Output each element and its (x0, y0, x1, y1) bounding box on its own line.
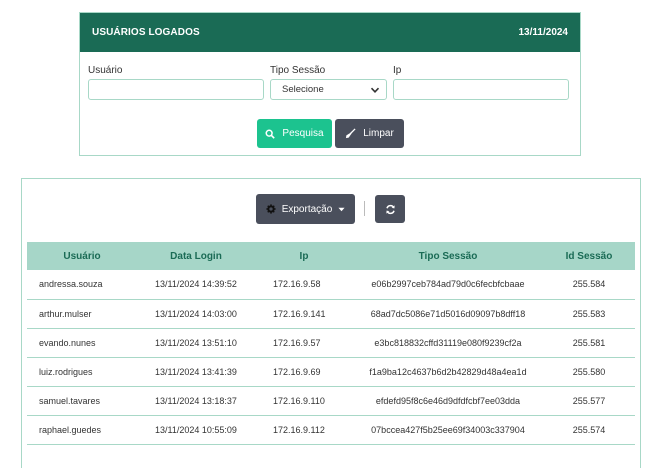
cell-data-login: 13/11/2024 13:41:39 (137, 357, 255, 387)
cell-usuario: luiz.rodrigues (27, 357, 137, 387)
cell-usuario: arthur.mulser (27, 299, 137, 329)
cell-ip: 172.16.9.141 (255, 299, 353, 329)
cell-ip: 172.16.9.112 (255, 415, 353, 446)
ip-input[interactable] (393, 79, 569, 100)
ip-label: Ip (393, 65, 402, 76)
usuario-label: Usuário (88, 65, 123, 76)
search-icon (265, 129, 276, 139)
clear-button[interactable]: Limpar (335, 119, 404, 148)
cell-tipo-sessao: 07bccea427f5b25ee69f34003c337904 (353, 415, 543, 446)
cell-ip: 172.16.9.57 (255, 328, 353, 358)
table-row[interactable]: andressa.souza 13/11/2024 14:39:52 172.1… (27, 270, 635, 300)
current-date: 13/11/2024 (518, 27, 569, 38)
table-row[interactable]: samuel.tavares 13/11/2024 13:18:37 172.1… (27, 386, 635, 416)
refresh-icon (385, 204, 395, 214)
page-title: USUÁRIOS LOGADOS (92, 27, 200, 38)
refresh-button[interactable] (375, 195, 405, 223)
export-button[interactable]: Exportação (256, 194, 355, 224)
cell-ip: 172.16.9.110 (255, 386, 353, 416)
cell-tipo-sessao: 68ad7dc5086e71d5016d09097b8dff18 (353, 299, 543, 329)
cell-id-sessao: 255.574 (543, 415, 635, 446)
cell-id-sessao: 255.583 (543, 299, 635, 329)
cell-data-login: 13/11/2024 14:03:00 (137, 299, 255, 329)
cell-data-login: 13/11/2024 13:51:10 (137, 328, 255, 358)
clear-button-label: Limpar (363, 128, 394, 139)
cell-data-login: 13/11/2024 13:18:37 (137, 386, 255, 416)
cell-usuario: samuel.tavares (27, 386, 137, 416)
table-row[interactable]: evando.nunes 13/11/2024 13:51:10 172.16.… (27, 328, 635, 358)
broom-icon (346, 128, 356, 139)
panel-header: USUÁRIOS LOGADOS 13/11/2024 (80, 13, 580, 52)
tipo-sessao-label: Tipo Sessão (270, 65, 326, 76)
chevron-down-icon (370, 87, 380, 93)
column-header-usuario[interactable]: Usuário (27, 242, 137, 270)
usuario-field-group: Usuário (88, 65, 264, 100)
tipo-sessao-field-group: Tipo Sessão Selecione (270, 65, 387, 100)
column-header-ip[interactable]: Ip (255, 242, 353, 270)
column-header-id-sessao[interactable]: Id Sessão (543, 242, 635, 270)
results-panel: Exportação Usuário Data Login Ip Tipo Se… (21, 178, 641, 468)
table-row[interactable]: arthur.mulser 13/11/2024 14:03:00 172.16… (27, 299, 635, 329)
column-header-data-login[interactable]: Data Login (137, 242, 255, 270)
cell-tipo-sessao: e3bc818832cffd31119e080f9239cf2a (353, 328, 543, 358)
cell-tipo-sessao: e06b2997ceb784ad79d0c6fecbfcbaae (353, 270, 543, 300)
toolbar-divider (364, 201, 365, 216)
column-header-tipo-sessao[interactable]: Tipo Sessão (353, 242, 543, 270)
table-row[interactable]: raphael.guedes 13/11/2024 10:55:09 172.1… (27, 415, 635, 446)
cell-ip: 172.16.9.69 (255, 357, 353, 387)
sessions-table: Usuário Data Login Ip Tipo Sessão Id Ses… (27, 242, 635, 446)
table-header-row: Usuário Data Login Ip Tipo Sessão Id Ses… (27, 242, 635, 270)
cell-usuario: raphael.guedes (27, 415, 137, 446)
cell-usuario: andressa.souza (27, 270, 137, 300)
cell-id-sessao: 255.580 (543, 357, 635, 387)
search-button[interactable]: Pesquisa (257, 119, 332, 148)
search-button-label: Pesquisa (282, 128, 324, 139)
cell-data-login: 13/11/2024 14:39:52 (137, 270, 255, 300)
usuario-input[interactable] (88, 79, 264, 100)
tipo-sessao-value: Selecione (282, 84, 324, 95)
cell-tipo-sessao: f1a9ba12c4637b6d2b42829d48a4ea1d (353, 357, 543, 387)
cell-id-sessao: 255.577 (543, 386, 635, 416)
tipo-sessao-select[interactable]: Selecione (270, 79, 387, 100)
cell-id-sessao: 255.581 (543, 328, 635, 358)
filter-panel: USUÁRIOS LOGADOS 13/11/2024 Usuário Tipo… (79, 12, 581, 156)
cell-ip: 172.16.9.58 (255, 270, 353, 300)
cell-tipo-sessao: efdefd95f8c6e46d9dfdfcbf7ee03dda (353, 386, 543, 416)
cell-usuario: evando.nunes (27, 328, 137, 358)
cell-id-sessao: 255.584 (543, 270, 635, 300)
table-row[interactable]: luiz.rodrigues 13/11/2024 13:41:39 172.1… (27, 357, 635, 387)
caret-down-icon (338, 207, 345, 211)
cell-data-login: 13/11/2024 10:55:09 (137, 415, 255, 446)
gear-icon (266, 204, 276, 214)
export-button-label: Exportação (281, 203, 333, 215)
ip-field-group: Ip (393, 65, 569, 100)
